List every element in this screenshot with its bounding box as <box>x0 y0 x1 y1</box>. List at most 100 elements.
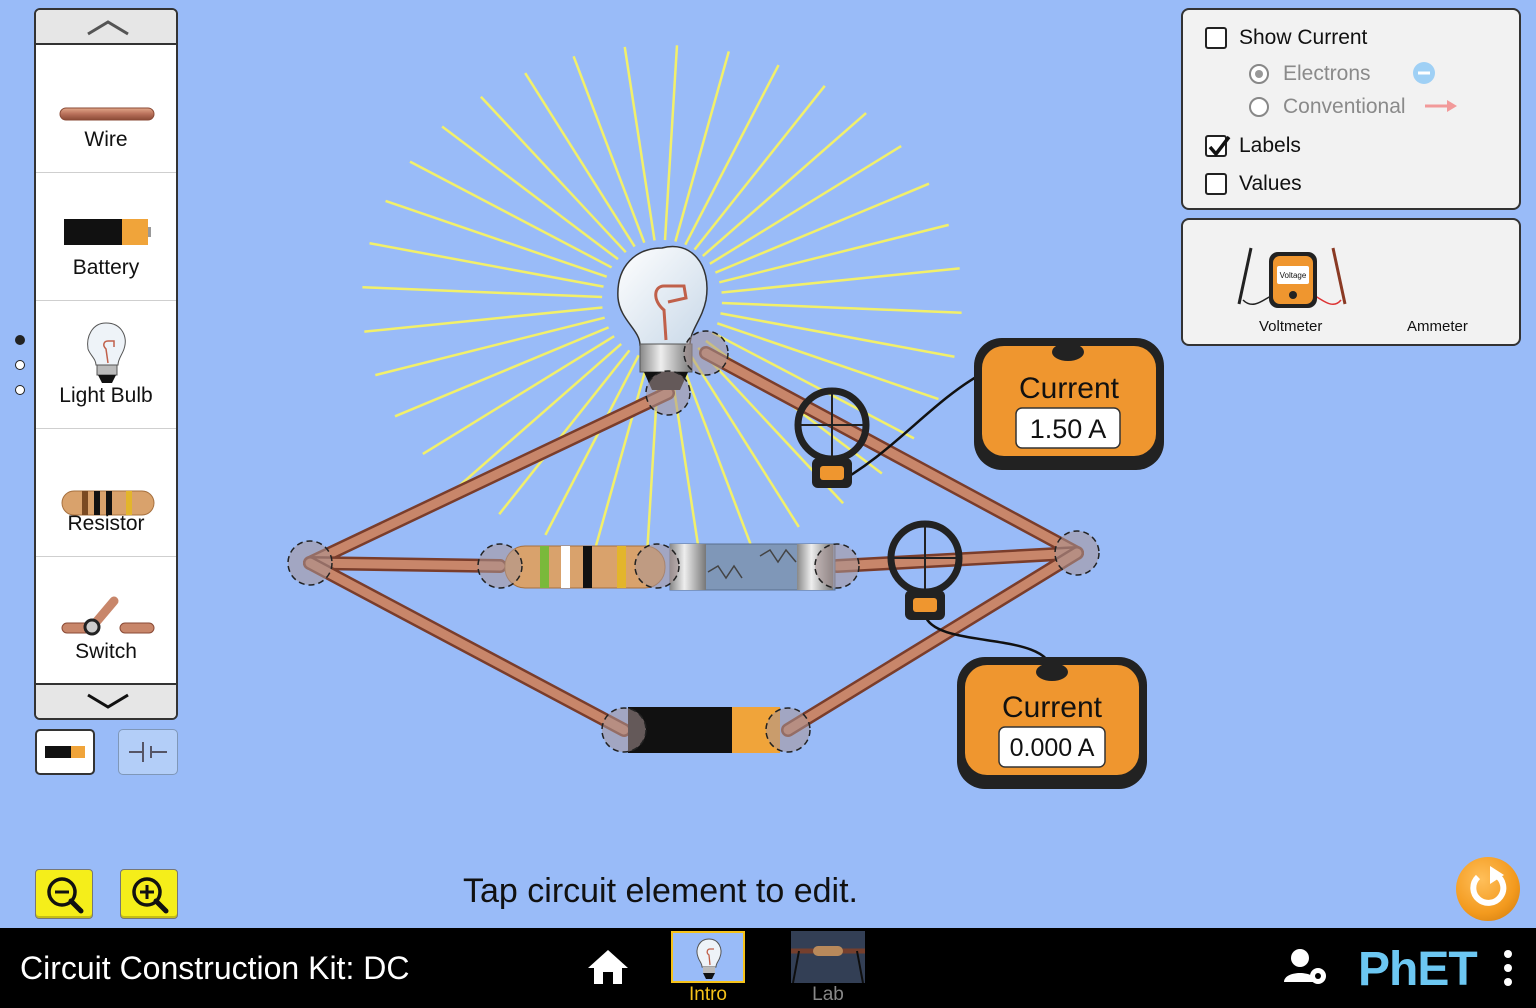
phet-logo[interactable]: PhET <box>1358 942 1478 997</box>
circuit-vertex[interactable] <box>634 543 680 589</box>
zoom-out-button[interactable] <box>35 869 93 919</box>
battery-icon <box>64 219 151 245</box>
electrons-radio[interactable]: Electrons <box>1249 62 1371 86</box>
show-current-checkbox[interactable]: Show Current <box>1205 26 1367 50</box>
toolbox-label: Light Bulb <box>59 384 153 407</box>
toolbox-item-switch[interactable]: Switch <box>36 557 176 685</box>
scroll-down-button[interactable] <box>36 683 176 718</box>
light-ray <box>524 72 636 248</box>
conventional-radio[interactable]: Conventional <box>1249 95 1406 119</box>
ammeter-title: Current <box>1019 372 1120 405</box>
checkmark-icon <box>1208 135 1231 157</box>
toolbox-label: Switch <box>75 640 137 663</box>
light-ray <box>623 46 656 241</box>
labels-checkbox[interactable]: Labels <box>1205 134 1301 158</box>
ammeter-reading: 0.000 A <box>1010 734 1095 762</box>
light-ray <box>721 301 962 314</box>
ammeter-reading: 1.50 A <box>1030 414 1107 444</box>
toolbox-item-wire[interactable]: Wire <box>36 45 176 173</box>
wire-icon <box>59 107 155 121</box>
ammeter-label[interactable]: Ammeter <box>1407 318 1468 335</box>
radio-button[interactable] <box>1249 64 1269 84</box>
toolbox-label: Battery <box>72 256 140 279</box>
circuit-vertex[interactable] <box>645 370 691 416</box>
home-icon[interactable] <box>584 946 632 988</box>
circuit-vertex[interactable] <box>287 540 333 586</box>
screen-label-intro[interactable]: Intro <box>668 984 748 1006</box>
switch-icon <box>61 596 155 636</box>
light-ray <box>663 45 679 241</box>
toolbox-label: Wire <box>84 128 128 151</box>
circuit-vertex[interactable] <box>477 543 523 589</box>
light-ray <box>709 144 902 265</box>
arrow-right-icon <box>1425 100 1457 112</box>
ammeter-probe[interactable] <box>887 520 963 620</box>
circuit-vertex[interactable] <box>683 330 729 376</box>
toolbox-label: Resistor <box>67 512 145 535</box>
light-ray <box>572 55 646 244</box>
reset-icon <box>1470 866 1507 906</box>
page-indicator-dot[interactable] <box>15 335 25 345</box>
battery-icon <box>45 746 85 758</box>
radio-button[interactable] <box>1249 97 1269 117</box>
circuit-vertex[interactable] <box>814 543 860 589</box>
more-options-icon[interactable] <box>1498 948 1518 992</box>
electron-icon <box>1413 62 1435 84</box>
circuit-vertex[interactable] <box>1054 530 1100 576</box>
battery[interactable] <box>628 707 780 753</box>
checkbox-box[interactable] <box>1205 173 1227 195</box>
light-ray <box>385 199 608 278</box>
checkbox-box[interactable] <box>1205 27 1227 49</box>
page-indicator-dot[interactable] <box>15 385 25 395</box>
circuit-vertex[interactable] <box>765 707 811 753</box>
reset-all-button[interactable] <box>1456 857 1520 921</box>
fuse[interactable] <box>669 543 836 591</box>
navigation-bar: Circuit Construction Kit: DC Intro Lab P… <box>0 928 1536 1008</box>
values-label: Values <box>1239 172 1302 195</box>
zoom-in-button[interactable] <box>120 869 178 919</box>
schematic-battery-icon <box>129 742 167 762</box>
resistor-icon <box>61 490 155 516</box>
sensor-toolbox: Voltage Voltmeter Ammeter <box>1181 218 1521 346</box>
schematic-view-button[interactable] <box>118 729 178 775</box>
light-bulb-icon <box>696 938 722 979</box>
scroll-up-button[interactable] <box>36 10 176 45</box>
voltmeter-icon[interactable]: Voltage <box>1233 240 1353 312</box>
ammeter-title: Current <box>1002 691 1103 724</box>
voltmeter-label: Voltmeter <box>1259 318 1323 335</box>
user-settings-icon[interactable] <box>1280 946 1332 988</box>
light-ray <box>714 182 930 274</box>
circuit-vertex[interactable] <box>601 707 647 753</box>
toolbox-item-resistor[interactable]: Resistor <box>36 429 176 557</box>
screen-label-lab[interactable]: Lab <box>788 984 868 1006</box>
component-toolbox: Wire Battery Light Bulb Resistor Switch <box>34 8 178 720</box>
ammeter-display[interactable]: Current 0.000 A <box>957 657 1147 789</box>
toolbox-item-light-bulb[interactable]: Light Bulb <box>36 301 176 429</box>
electrons-label: Electrons <box>1283 62 1371 85</box>
display-options-panel: Show Current Electrons Conventional Labe… <box>1181 8 1521 210</box>
light-ray <box>394 326 610 418</box>
light-ray <box>720 312 955 359</box>
wire[interactable] <box>305 558 505 571</box>
screen-tab-intro[interactable] <box>671 931 745 983</box>
light-ray <box>678 356 752 545</box>
zoom-out-icon <box>47 877 84 914</box>
toolbox-item-battery[interactable]: Battery <box>36 173 176 301</box>
conventional-label: Conventional <box>1283 95 1406 118</box>
light-bulb-icon <box>87 322 126 383</box>
light-ray <box>716 322 939 401</box>
chevron-up-icon <box>87 20 129 36</box>
sim-title: Circuit Construction Kit: DC <box>20 950 410 986</box>
light-ray <box>701 112 867 257</box>
values-checkbox[interactable]: Values <box>1205 172 1302 196</box>
lab-screen-icon <box>791 946 865 984</box>
chevron-down-icon <box>87 693 129 709</box>
page-indicator-dot[interactable] <box>15 360 25 370</box>
checkbox-box[interactable] <box>1205 135 1231 157</box>
light-ray <box>369 241 604 288</box>
light-ray <box>457 343 623 488</box>
lifelike-view-button[interactable] <box>35 729 95 775</box>
ammeter-display[interactable]: Current 1.50 A <box>974 338 1164 470</box>
labels-label: Labels <box>1239 134 1301 157</box>
screen-tab-lab[interactable] <box>791 931 865 984</box>
